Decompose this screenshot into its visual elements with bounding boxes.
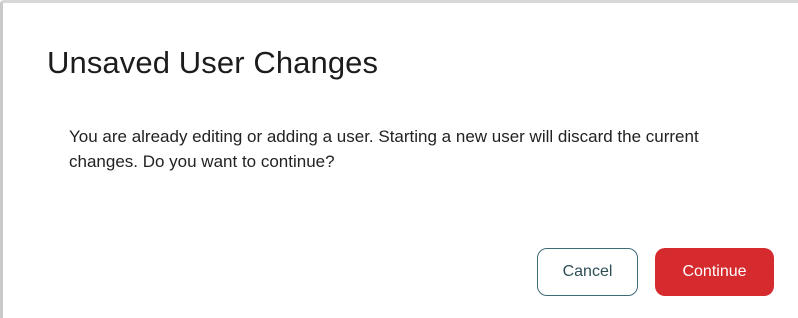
unsaved-changes-dialog: Unsaved User Changes You are already edi… <box>0 0 798 318</box>
cancel-button[interactable]: Cancel <box>537 248 638 296</box>
continue-button[interactable]: Continue <box>655 248 774 296</box>
dialog-message: You are already editing or adding a user… <box>69 127 699 171</box>
dialog-title: Unsaved User Changes <box>47 45 379 80</box>
